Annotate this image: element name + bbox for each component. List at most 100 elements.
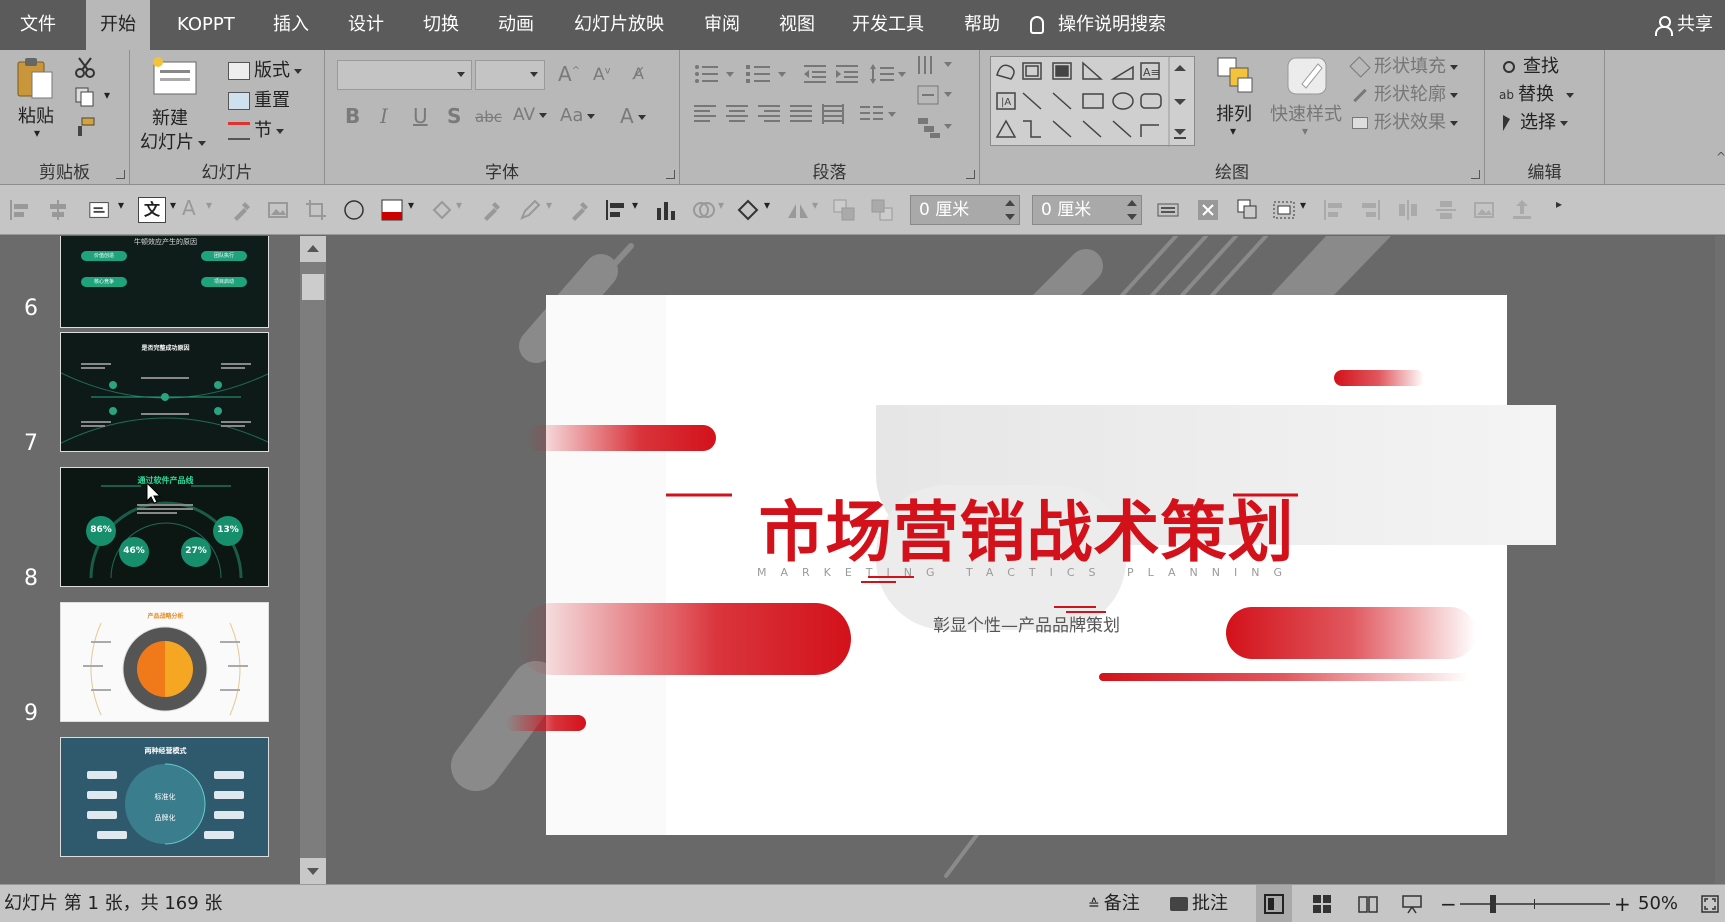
keyboard-icon[interactable] (1156, 198, 1180, 222)
distribute-h-icon[interactable] (1396, 198, 1420, 222)
text-glyph-dropdown-icon[interactable]: ▾ (170, 198, 176, 212)
textbox-icon[interactable] (88, 198, 112, 222)
copy-icon[interactable] (74, 86, 96, 108)
tab-transitions[interactable]: 切换 (409, 0, 473, 50)
align-objects-icon[interactable] (604, 198, 628, 222)
distribute-left-icon[interactable] (1322, 198, 1346, 222)
shrink-font-button[interactable]: Av (593, 65, 611, 85)
font-a-dropdown-icon[interactable]: ▾ (206, 198, 212, 212)
send-backward-icon[interactable] (870, 198, 894, 222)
align-right-icon[interactable] (758, 104, 780, 124)
tab-developer[interactable]: 开发工具 (838, 0, 938, 50)
slide-scrollbar[interactable] (1715, 236, 1725, 884)
underline-button[interactable]: U (413, 104, 428, 128)
fill-color-icon[interactable] (380, 198, 404, 222)
shape-width-field[interactable]: 0 厘米 (910, 195, 1020, 225)
tab-koppt[interactable]: KOPPT (163, 0, 249, 50)
tab-file[interactable]: 文件 (6, 0, 70, 50)
decrease-indent-icon[interactable] (804, 64, 826, 84)
tab-animations[interactable]: 动画 (484, 0, 548, 50)
selection-pane-icon[interactable] (1236, 198, 1260, 222)
picture-format-icon[interactable] (1472, 198, 1496, 222)
paragraph-launcher-icon[interactable] (966, 170, 975, 179)
eyedropper-icon[interactable] (230, 198, 254, 222)
font-size-select[interactable] (475, 60, 545, 90)
outline-pen-icon[interactable] (518, 198, 542, 222)
arrange-button[interactable]: 排列 ▾ (1206, 54, 1266, 154)
outline-dropdown-icon[interactable]: ▾ (546, 198, 552, 212)
tell-me-search[interactable]: 操作说明搜索 (1030, 0, 1166, 50)
new-slide-button[interactable]: 新建 幻灯片 (138, 56, 218, 156)
eyedropper-outline-icon[interactable] (568, 198, 592, 222)
align-left-objects-icon[interactable] (8, 198, 32, 222)
numbering-icon[interactable] (746, 64, 790, 84)
drawing-launcher-icon[interactable] (1471, 170, 1480, 179)
thumbnail-slide-8[interactable]: 产品战略分析 (60, 602, 269, 722)
clipboard-launcher-icon[interactable] (116, 170, 125, 179)
font-a-icon[interactable]: A (182, 196, 196, 220)
thumbnail-slide-6[interactable]: 是否完整成功原因 (60, 332, 269, 452)
chart-icon[interactable] (654, 198, 678, 222)
grow-font-button[interactable]: A^ (558, 62, 580, 86)
justify-icon[interactable] (790, 104, 812, 124)
clear-icon[interactable] (1196, 198, 1220, 222)
thumbnail-slide-9[interactable]: 两种经营模式 标准化 品牌化 (60, 737, 269, 857)
tab-help[interactable]: 帮助 (950, 0, 1014, 50)
scroll-up-icon[interactable] (300, 236, 326, 262)
section-button[interactable]: 节 (228, 116, 284, 142)
zoom-level[interactable]: 50% (1638, 885, 1678, 922)
shape-effects-button[interactable]: 形状效果 (1352, 108, 1458, 134)
reset-button[interactable]: 重置 (228, 86, 290, 112)
scroll-down-icon[interactable] (300, 858, 326, 884)
shapes-gallery[interactable]: A≡ |A (990, 56, 1195, 147)
thumbnail-slide-5[interactable]: 牛顿效应产生的原因 价值创造 团队执行 核心竞争 项目启动 (60, 236, 269, 328)
more-tools-icon[interactable]: ▸ (1556, 197, 1562, 211)
distribute-v-icon[interactable] (1434, 198, 1458, 222)
fill-color-dropdown-icon[interactable]: ▾ (408, 198, 414, 212)
slideshow-icon[interactable] (1402, 894, 1422, 914)
replace-button[interactable]: ab 替换 (1499, 80, 1574, 106)
align-text-icon[interactable] (916, 84, 956, 106)
tab-view[interactable]: 视图 (765, 0, 829, 50)
merge-dropdown-icon[interactable]: ▾ (718, 198, 724, 212)
edit-shape-icon[interactable] (736, 198, 760, 222)
tab-design[interactable]: 设计 (334, 0, 398, 50)
normal-view-button[interactable] (1256, 885, 1292, 922)
shape-fill-button[interactable]: 形状填充 (1349, 52, 1458, 78)
group-dropdown-icon[interactable]: ▾ (1300, 198, 1306, 212)
increase-indent-icon[interactable] (836, 64, 858, 84)
tab-home[interactable]: 开始 (86, 0, 150, 50)
align-objects-dropdown-icon[interactable]: ▾ (632, 198, 638, 212)
font-launcher-icon[interactable] (666, 170, 675, 179)
bring-forward-icon[interactable] (832, 198, 856, 222)
quick-styles-button[interactable]: 快速样式 ▾ (1270, 54, 1346, 154)
slide-subtitle-cn[interactable]: 彰显个性—产品品牌策划 (546, 611, 1507, 636)
share-button[interactable]: 共享 (1655, 0, 1713, 50)
current-slide[interactable]: 市场营销战术策划 MARKETING TACTICS PLANNING 彰显个性… (506, 295, 1556, 835)
find-button[interactable]: 查找 (1503, 52, 1559, 78)
eyedropper-fill-icon[interactable] (480, 198, 504, 222)
columns-icon[interactable] (860, 104, 900, 124)
paint-bucket-small-icon[interactable] (430, 198, 454, 222)
font-color-button[interactable]: A (620, 104, 646, 128)
comments-button[interactable]: 批注 (1170, 885, 1228, 922)
strikethrough-button[interactable]: abc (475, 108, 502, 126)
change-case-button[interactable]: Aa (560, 105, 596, 126)
align-center-icon[interactable] (726, 104, 748, 124)
clear-format-icon[interactable]: A̸ (633, 64, 644, 83)
crop-icon[interactable] (304, 198, 328, 222)
zoom-slider-thumb[interactable] (1490, 895, 1496, 913)
align-left-icon[interactable] (694, 104, 716, 124)
text-shadow-button[interactable]: S (447, 104, 461, 128)
char-spacing-button[interactable]: AV (513, 105, 548, 125)
italic-button[interactable]: I (380, 104, 388, 128)
slide-subtitle-en[interactable]: MARKETING TACTICS PLANNING (546, 566, 1507, 579)
width-spinner-icon[interactable] (1005, 200, 1015, 220)
export-icon[interactable] (1510, 198, 1534, 222)
paste-button[interactable]: 粘贴 ▾ (10, 56, 65, 156)
edit-shape-dropdown-icon[interactable]: ▾ (764, 198, 770, 212)
flip-dropdown-icon[interactable]: ▾ (812, 198, 818, 212)
shape-height-field[interactable]: 0 厘米 (1032, 195, 1142, 225)
text-direction-icon[interactable] (916, 54, 956, 76)
group-icon[interactable] (1272, 198, 1296, 222)
